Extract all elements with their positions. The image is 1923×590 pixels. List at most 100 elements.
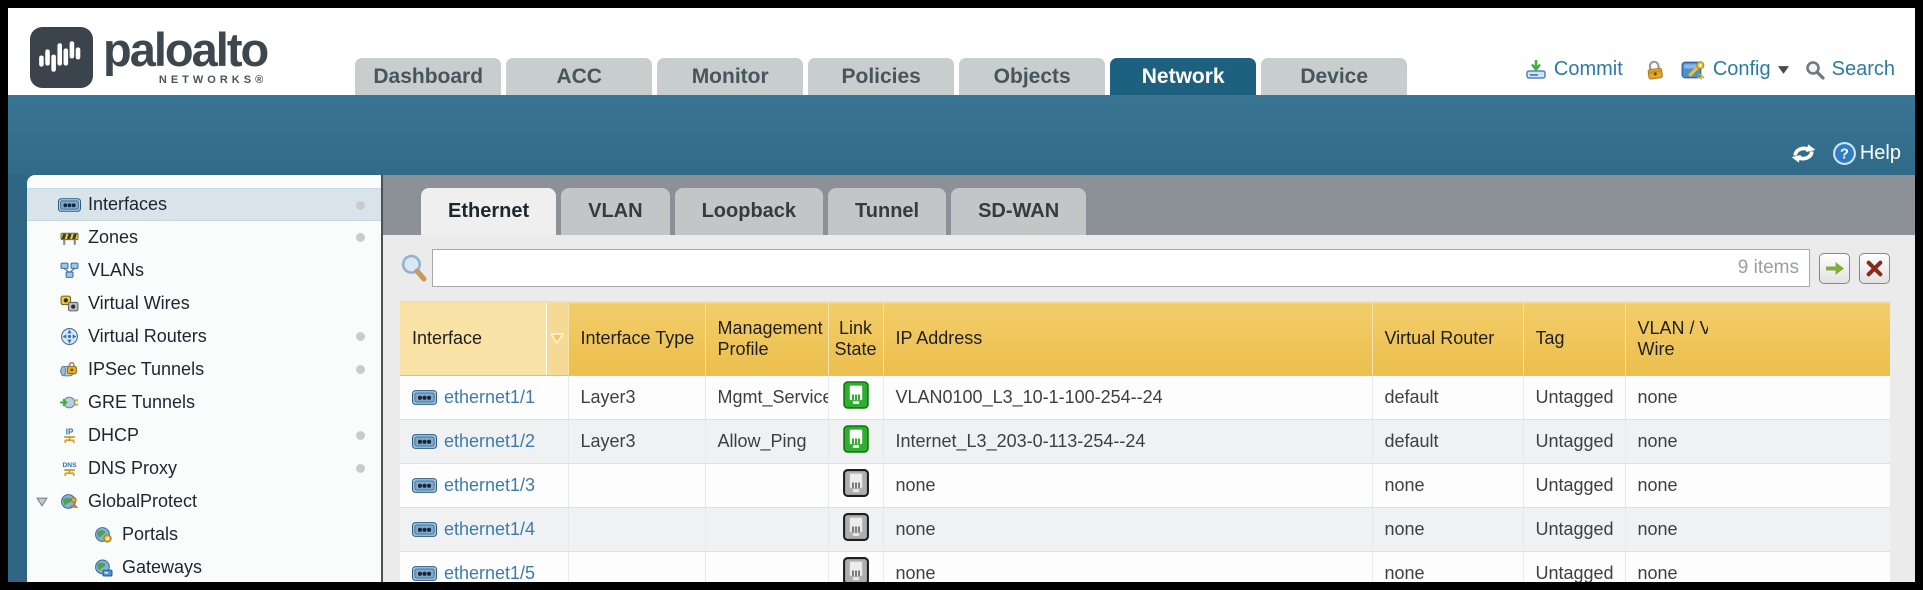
sidebar-item-zones[interactable]: Zones [27, 221, 381, 254]
sort-dropdown[interactable] [546, 303, 568, 375]
column-header-ip-address[interactable]: IP Address [883, 302, 1372, 375]
sidebar-item-gre-tunnels[interactable]: GRE Tunnels [27, 386, 381, 419]
svg-text:IP: IP [65, 427, 72, 436]
caret-down-icon[interactable] [1778, 66, 1789, 74]
search-button[interactable]: Search [1832, 58, 1895, 81]
commit-button[interactable]: Commit [1554, 58, 1623, 81]
link-state-down-icon [843, 557, 869, 583]
sidebar-item-interfaces[interactable]: Interfaces [27, 188, 381, 221]
lock-icon[interactable] [1644, 59, 1665, 81]
globalprotect-icon [57, 493, 81, 511]
arrow-right-icon [1825, 261, 1844, 276]
column-header-link-state[interactable]: Link State [828, 302, 883, 375]
table-row: ethernet1/4nonenoneUntaggednone [400, 507, 1890, 551]
sidebar-item-ipsec-tunnels[interactable]: IPSec Tunnels [27, 353, 381, 386]
tab-monitor[interactable]: Monitor [657, 58, 803, 95]
item-dot [356, 431, 365, 440]
virtual-wires-icon [57, 295, 81, 312]
cell-link-state [828, 463, 883, 507]
interfaces-icon [57, 198, 81, 212]
item-dot [356, 365, 365, 374]
tab-device[interactable]: Device [1261, 58, 1407, 95]
tab-acc[interactable]: ACC [506, 58, 652, 95]
link-state-up-icon [843, 425, 869, 453]
apply-filter-button[interactable] [1819, 253, 1850, 284]
column-header-virtual-router[interactable]: Virtual Router [1372, 302, 1523, 375]
cell-management-profile [705, 551, 828, 582]
sidebar-item-label: GRE Tunnels [88, 392, 195, 413]
sidebar-item-dhcp[interactable]: IPDHCP [27, 419, 381, 452]
interface-link[interactable]: ethernet1/2 [444, 431, 535, 452]
table-header-row: InterfaceInterface TypeManagement Profil… [400, 302, 1890, 375]
interface-link[interactable]: ethernet1/3 [444, 475, 535, 496]
cell-vlan-wire: none [1625, 419, 1890, 463]
cell-management-profile [705, 463, 828, 507]
sidebar-item-dns-proxy[interactable]: DNSDNS Proxy [27, 452, 381, 485]
main-tabs: DashboardACCMonitorPoliciesObjectsNetwor… [355, 58, 1407, 95]
filter-input[interactable] [433, 250, 1738, 286]
clear-filter-button[interactable] [1859, 253, 1890, 284]
subtab-loopback[interactable]: Loopback [675, 188, 823, 235]
sidebar-item-label: Gateways [122, 557, 202, 578]
tab-dashboard[interactable]: Dashboard [355, 58, 501, 95]
cell-interface-type: Layer3 [568, 419, 705, 463]
cell-tag: Untagged [1523, 463, 1625, 507]
cell-virtual-router: default [1372, 375, 1523, 419]
sidebar-item-globalprotect[interactable]: GlobalProtect [27, 485, 381, 518]
refresh-icon[interactable] [1790, 142, 1817, 165]
sidebar-item-gateways[interactable]: Gateways [27, 551, 381, 582]
interface-link[interactable]: ethernet1/4 [444, 519, 535, 540]
table-row: ethernet1/1Layer3Mgmt_ServicesVLAN0100_L… [400, 375, 1890, 419]
cell-interface: ethernet1/5 [400, 551, 568, 582]
link-state-up-icon [843, 381, 869, 409]
cell-interface-type [568, 463, 705, 507]
subtab-ethernet[interactable]: Ethernet [421, 188, 556, 235]
subtab-sd-wan[interactable]: SD-WAN [951, 188, 1086, 235]
help-icon[interactable]: ? [1832, 141, 1857, 166]
table-row: ethernet1/5nonenoneUntaggednone [400, 551, 1890, 582]
interfaces-table-wrap: InterfaceInterface TypeManagement Profil… [400, 301, 1890, 582]
table-body: ethernet1/1Layer3Mgmt_ServicesVLAN0100_L… [400, 375, 1890, 582]
sidebar-item-label: Virtual Wires [88, 293, 190, 314]
utility-bar: Commit Config Search [1525, 58, 1915, 81]
cell-vlan-wire: none [1625, 375, 1890, 419]
sidebar-item-label: Portals [122, 524, 178, 545]
subtab-tunnel[interactable]: Tunnel [828, 188, 946, 235]
sidebar-item-vlans[interactable]: VLANs [27, 254, 381, 287]
column-header-vlan-virtual-wire[interactable]: VLAN / VirtualWire [1625, 302, 1890, 375]
app-window: paloalto NETWORKS® DashboardACCMonitorPo… [0, 0, 1923, 590]
tab-objects[interactable]: Objects [959, 58, 1105, 95]
config-menu[interactable]: Config [1713, 58, 1771, 81]
sidebar-item-virtual-wires[interactable]: Virtual Wires [27, 287, 381, 320]
link-state-down-icon [843, 513, 869, 541]
cell-link-state [828, 419, 883, 463]
cell-vlan-wire: none [1625, 463, 1890, 507]
config-icon[interactable] [1681, 59, 1706, 81]
tab-policies[interactable]: Policies [808, 58, 954, 95]
ethernet-interface-icon [412, 390, 437, 405]
search-icon[interactable] [1805, 60, 1825, 80]
commit-icon[interactable] [1525, 59, 1547, 80]
cell-virtual-router: default [1372, 419, 1523, 463]
sidebar-item-portals[interactable]: Portals [27, 518, 381, 551]
filter-bar: 9 items [400, 235, 1890, 301]
column-header-interface[interactable]: Interface [400, 302, 568, 375]
sidebar-item-label: Zones [88, 227, 138, 248]
cell-interface: ethernet1/4 [400, 507, 568, 551]
main-body: Interfaces Zones VLANs Virtual Wires Virtual… [8, 175, 1915, 582]
tab-network[interactable]: Network [1110, 58, 1256, 95]
cell-tag: Untagged [1523, 419, 1625, 463]
cell-interface-type: Layer3 [568, 375, 705, 419]
interface-type-tabs: EthernetVLANLoopbackTunnelSD-WAN [383, 175, 1915, 235]
sidebar-item-virtual-routers[interactable]: Virtual Routers [27, 320, 381, 353]
gateways-icon [91, 559, 115, 577]
column-header-management-profile[interactable]: Management Profile [705, 302, 828, 375]
column-header-tag[interactable]: Tag [1523, 302, 1625, 375]
cell-interface: ethernet1/1 [400, 375, 568, 419]
interface-link[interactable]: ethernet1/1 [444, 387, 535, 408]
column-header-interface-type[interactable]: Interface Type [568, 302, 705, 375]
help-link[interactable]: Help [1860, 142, 1901, 165]
expander-icon[interactable] [36, 497, 48, 507]
subtab-vlan[interactable]: VLAN [561, 188, 669, 235]
interface-link[interactable]: ethernet1/5 [444, 563, 535, 583]
